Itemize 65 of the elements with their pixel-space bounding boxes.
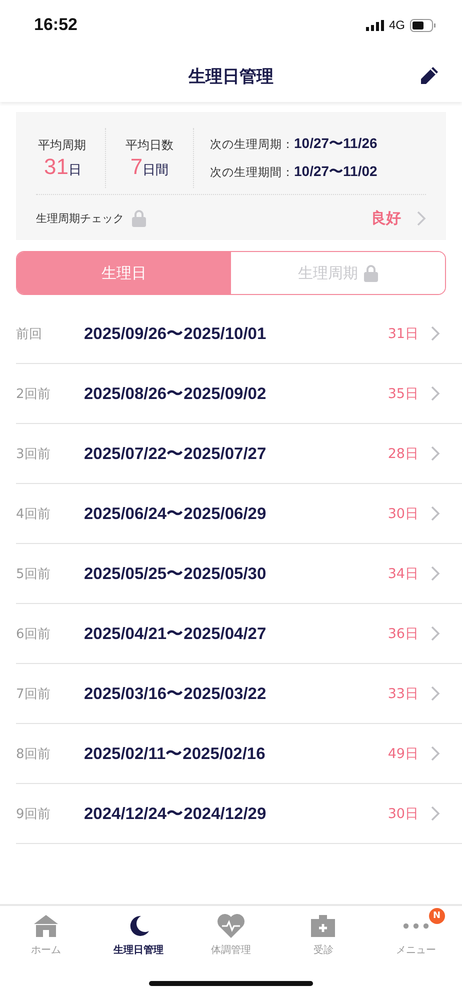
date-range: 2025/08/26〜2025/09/02	[84, 384, 266, 404]
forecast-value: 10/27〜11/26	[294, 135, 378, 153]
segment-tab[interactable]: 生理日	[17, 252, 231, 294]
check-label: 生理周期チェック	[36, 210, 124, 226]
date-range: 2025/07/22〜2025/07/27	[84, 444, 266, 464]
period-label: 9回前	[16, 806, 52, 822]
cycle-days: 36日	[388, 624, 419, 642]
cycle-days: 33日	[388, 684, 419, 702]
chevron-icon	[417, 210, 426, 226]
tab-item[interactable]: 生理日管理	[92, 906, 185, 966]
chevron-icon[interactable]	[431, 806, 440, 821]
cycle-days: 34日	[388, 564, 419, 582]
date-range: 2025/02/11〜2025/02/16	[84, 744, 266, 764]
date-range: 2024/12/24〜2024/12/29	[84, 804, 266, 824]
moon-icon	[128, 915, 150, 937]
period-label: 4回前	[16, 506, 52, 522]
notification-badge: N	[428, 908, 445, 924]
chevron-icon[interactable]	[431, 506, 440, 521]
cycle-days: 49日	[388, 744, 419, 762]
chevron-icon[interactable]	[431, 386, 440, 401]
chevron-icon[interactable]	[431, 326, 440, 341]
chevron-icon[interactable]	[431, 446, 440, 461]
cycle-days: 30日	[388, 804, 419, 822]
edit-icon[interactable]	[418, 65, 440, 87]
cycle-days: 28日	[388, 444, 419, 462]
cycle-days: 31日	[388, 324, 419, 342]
tab-item[interactable]: ホーム	[0, 906, 92, 966]
signal-icon	[366, 20, 384, 30]
forecast-label: 次の生理期間：	[210, 165, 294, 180]
chevron-icon[interactable]	[431, 686, 440, 701]
date-range: 2025/04/21〜2025/04/27	[84, 624, 266, 644]
stat-label: 平均周期	[38, 136, 86, 154]
period-label: 3回前	[16, 446, 52, 462]
date-range: 2025/06/24〜2025/06/29	[84, 504, 266, 524]
cycle-days: 30日	[388, 504, 419, 522]
tab-item[interactable]: 受診	[277, 906, 370, 966]
period-label: 6回前	[16, 626, 52, 642]
stat-label: 平均日数	[126, 136, 174, 154]
period-label: 5回前	[16, 566, 52, 582]
tab-item[interactable]: 体調管理	[184, 906, 278, 966]
period-label: 2回前	[16, 386, 52, 402]
more-icon	[402, 923, 429, 929]
check-result[interactable]: 良好	[371, 208, 401, 228]
period-label: 7回前	[16, 686, 52, 702]
page-title: 生理日管理	[188, 66, 274, 88]
forecast-value: 10/27〜11/02	[294, 163, 378, 181]
medical-kit-icon	[311, 915, 336, 937]
forecast-label: 次の生理周期：	[210, 137, 294, 152]
chevron-icon[interactable]	[431, 566, 440, 581]
chevron-icon[interactable]	[431, 746, 440, 761]
home-icon	[34, 915, 58, 937]
network-label: 4G	[388, 18, 405, 32]
period-label: 前回	[16, 326, 43, 342]
period-label: 8回前	[16, 746, 52, 762]
battery-icon	[410, 18, 436, 32]
date-range: 2025/09/26〜2025/10/01	[84, 324, 266, 344]
status-time: 16:52	[34, 15, 78, 35]
date-range: 2025/03/16〜2025/03/22	[84, 684, 266, 704]
cycle-days: 35日	[388, 384, 419, 402]
tab-item[interactable]: N メニュー	[370, 906, 462, 966]
stat-value: 7 日間	[130, 154, 169, 180]
chevron-icon[interactable]	[431, 626, 440, 641]
stat-value: 31 日	[43, 154, 82, 180]
heart-icon	[216, 914, 246, 938]
date-range: 2025/05/25〜2025/05/30	[84, 564, 266, 584]
